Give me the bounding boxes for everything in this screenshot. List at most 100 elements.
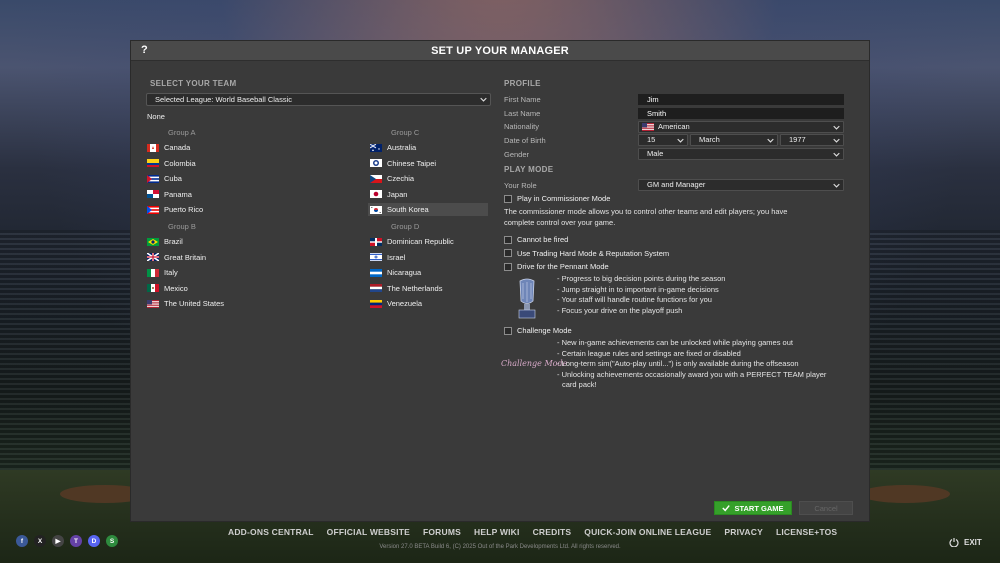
dialog-titlebar: ? SET UP YOUR MANAGER <box>131 41 869 61</box>
profile-header: PROFILE <box>504 79 541 88</box>
exit-button[interactable]: EXIT <box>949 537 982 547</box>
challenge-mode-checkbox[interactable] <box>504 326 512 335</box>
dob-day-value: 15 <box>647 135 656 144</box>
team-israel[interactable]: Israel <box>368 251 488 264</box>
team-colombia[interactable]: Colombia <box>145 157 265 170</box>
netherlands-flag-icon <box>370 284 382 292</box>
challenge-bullet: card pack! <box>562 380 597 389</box>
chinese-taipei-flag-icon <box>370 159 382 167</box>
footer-link-credits[interactable]: CREDITS <box>533 527 572 537</box>
footer-link-license[interactable]: LICENSE+TOS <box>776 527 837 537</box>
pennant-mode-checkbox[interactable] <box>504 262 512 271</box>
dob-day-select[interactable]: 15 <box>638 134 688 146</box>
team-label: Czechia <box>387 174 415 183</box>
footer-link-help-wiki[interactable]: HELP WIKI <box>474 527 520 537</box>
team-label: Panama <box>164 189 192 199</box>
commissioner-mode-checkbox[interactable] <box>504 194 512 203</box>
cannot-be-fired-checkbox[interactable] <box>504 235 512 244</box>
commissioner-mode-label: Play in Commissioner Mode <box>517 194 611 203</box>
team-czechia[interactable]: Czechia <box>368 172 488 185</box>
nationality-select[interactable]: American <box>638 120 844 133</box>
ootp-icon[interactable]: S <box>106 535 118 547</box>
team-brazil[interactable]: Brazil <box>145 235 265 248</box>
cancel-button[interactable]: Cancel <box>799 501 853 515</box>
play-mode-header: PLAY MODE <box>504 165 554 174</box>
team-united-states[interactable]: The United States <box>145 297 265 310</box>
twitch-icon[interactable]: T <box>70 535 82 547</box>
dob-month-select[interactable]: March <box>690 134 778 146</box>
chevron-down-icon <box>833 183 840 188</box>
first-name-field[interactable]: Jim <box>638 94 844 105</box>
last-name-field[interactable]: Smith <box>638 107 844 119</box>
dob-year-select[interactable]: 1977 <box>780 134 844 146</box>
checkmark-icon <box>722 505 731 512</box>
team-mexico[interactable]: Mexico <box>145 282 265 295</box>
facebook-icon[interactable]: f <box>16 535 28 547</box>
commissioner-desc-line: complete control over your game. <box>504 217 616 227</box>
footer-link-forums[interactable]: FORUMS <box>423 527 461 537</box>
trading-hard-mode-row[interactable]: Use Trading Hard Mode & Reputation Syste… <box>504 249 669 258</box>
team-south-korea[interactable]: South Korea <box>368 203 488 216</box>
mexico-flag-icon <box>147 284 159 292</box>
pennant-mode-label: Drive for the Pennant Mode <box>517 262 609 271</box>
dob-month-value: March <box>699 135 720 144</box>
team-canada[interactable]: Canada <box>145 141 265 154</box>
team-label: The Netherlands <box>387 283 443 293</box>
role-select[interactable]: GM and Manager <box>638 179 844 191</box>
team-label: The United States <box>164 299 225 308</box>
x-icon[interactable]: X <box>34 535 46 547</box>
team-panama[interactable]: Panama <box>145 188 265 201</box>
team-label: Chinese Taipei <box>387 158 437 168</box>
league-select[interactable]: Selected League: World Baseball Classic <box>146 93 491 106</box>
trading-hard-mode-checkbox[interactable] <box>504 249 512 257</box>
team-label: Puerto Rico <box>164 205 204 214</box>
team-australia[interactable]: Australia <box>368 141 488 154</box>
group-b-header: Group B <box>168 222 196 231</box>
dob-label: Date of Birth <box>504 136 546 145</box>
commissioner-mode-row[interactable]: Play in Commissioner Mode <box>504 194 610 203</box>
team-venezuela[interactable]: Venezuela <box>368 297 488 310</box>
background-stands-left <box>0 230 140 490</box>
footer-link-privacy[interactable]: PRIVACY <box>724 527 763 537</box>
role-label: Your Role <box>504 181 537 190</box>
footer-nav: ADD-ONS CENTRAL OFFICIAL WEBSITE FORUMS … <box>228 527 837 537</box>
background-dirt <box>860 485 950 503</box>
team-label: Great Britain <box>164 252 207 262</box>
team-nicaragua[interactable]: Nicaragua <box>368 266 488 279</box>
pennant-bullet: - Focus your drive on the playoff push <box>557 305 683 315</box>
discord-icon[interactable]: D <box>88 535 100 547</box>
cannot-be-fired-row[interactable]: Cannot be fired <box>504 235 568 244</box>
team-great-britain[interactable]: Great Britain <box>145 251 265 264</box>
team-none-option[interactable]: None <box>147 112 165 121</box>
first-name-label: First Name <box>504 95 541 104</box>
footer-link-website[interactable]: OFFICIAL WEBSITE <box>327 527 410 537</box>
team-chinese-taipei[interactable]: Chinese Taipei <box>368 157 488 170</box>
team-label: Australia <box>387 143 417 152</box>
start-game-button[interactable]: START GAME <box>714 501 792 515</box>
venezuela-flag-icon <box>370 299 382 308</box>
team-italy[interactable]: Italy <box>145 266 265 279</box>
pennant-bullet: - Progress to big decision points during… <box>557 274 726 283</box>
team-japan[interactable]: Japan <box>368 188 488 201</box>
team-cuba[interactable]: Cuba <box>145 172 265 185</box>
team-label: Israel <box>387 252 406 262</box>
team-dominican-republic[interactable]: Dominican Republic <box>368 235 488 248</box>
czechia-flag-icon <box>370 174 382 183</box>
footer-link-addons[interactable]: ADD-ONS CENTRAL <box>228 527 314 537</box>
colombia-flag-icon <box>147 159 159 167</box>
chevron-down-icon <box>480 97 487 102</box>
gender-select[interactable]: Male <box>638 148 844 160</box>
footer-link-quick-join[interactable]: QUICK-JOIN ONLINE LEAGUE <box>584 527 711 537</box>
exit-label: EXIT <box>964 537 982 547</box>
pennant-mode-row[interactable]: Drive for the Pennant Mode <box>504 262 609 271</box>
help-icon[interactable]: ? <box>141 44 148 56</box>
usa-flag-icon <box>642 122 654 131</box>
team-netherlands[interactable]: The Netherlands <box>368 282 488 295</box>
pennant-bullet: - Your staff will handle routine functio… <box>557 295 712 304</box>
challenge-mode-row[interactable]: Challenge Mode <box>504 326 572 335</box>
team-label: Italy <box>164 268 178 277</box>
panama-flag-icon <box>147 190 159 198</box>
team-puerto-rico[interactable]: Puerto Rico <box>145 203 265 216</box>
challenge-bullet: - New in-game achievements can be unlock… <box>557 338 793 347</box>
youtube-icon[interactable]: ▶ <box>52 535 64 547</box>
